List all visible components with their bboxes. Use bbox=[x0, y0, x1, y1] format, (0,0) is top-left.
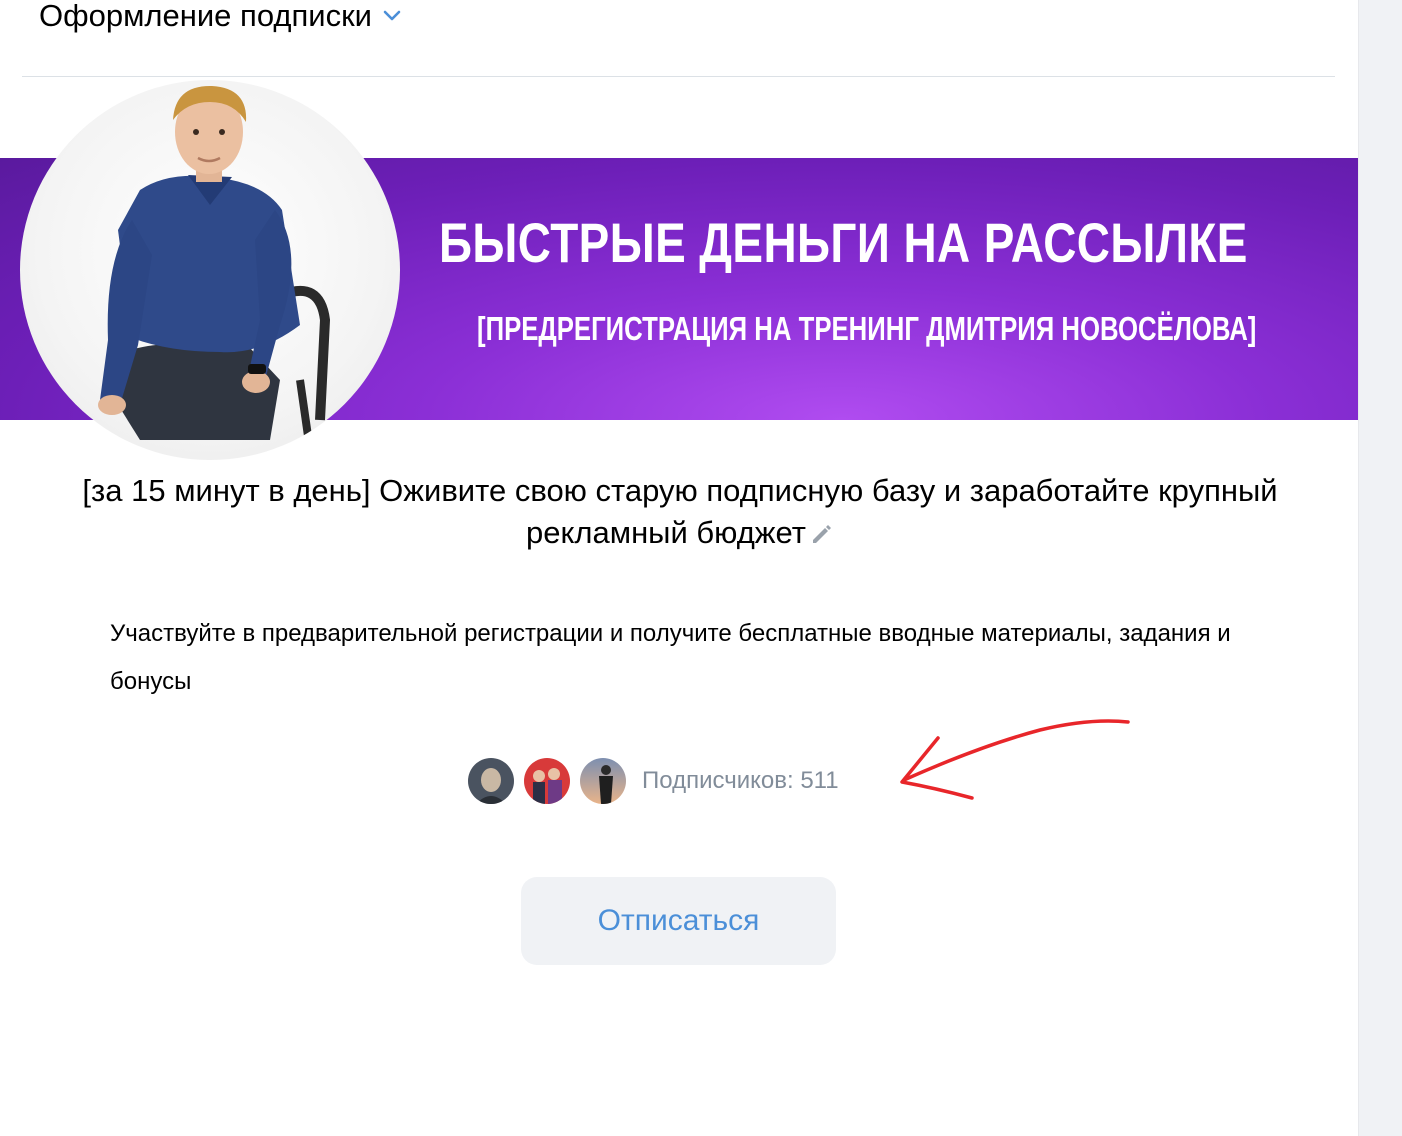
header-divider bbox=[22, 76, 1335, 77]
banner-title: БЫСТРЫЕ ДЕНЬГИ НА РАССЫЛКЕ bbox=[439, 211, 1248, 274]
subscriber-avatar bbox=[468, 758, 514, 804]
subscriber-avatar bbox=[580, 758, 626, 804]
pencil-icon[interactable] bbox=[808, 521, 834, 547]
chevron-down-icon bbox=[383, 10, 401, 21]
author-photo-illustration bbox=[98, 85, 331, 451]
right-scroll-gutter bbox=[1358, 0, 1402, 1136]
annotation-arrow bbox=[900, 719, 1130, 800]
banner-subtitle: [ПРЕДРЕГИСТРАЦИЯ НА ТРЕНИНГ ДМИТРИЯ НОВО… bbox=[477, 310, 1257, 347]
subscription-page: Оформление подписки БЫСТРЫЕ ДЕНЬГИ НА РА… bbox=[0, 0, 1402, 1136]
page-title: Оформление подписки bbox=[39, 0, 372, 33]
headline-text: [за 15 минут в день] Оживите свою старую… bbox=[82, 473, 1278, 550]
author-photo bbox=[20, 80, 400, 460]
subscription-description: Участвуйте в предварительной регистрации… bbox=[110, 620, 1231, 695]
page-title-dropdown[interactable]: Оформление подписки bbox=[39, 0, 402, 34]
subscribers-block[interactable]: Подписчиков: 511 bbox=[468, 757, 839, 805]
subscription-headline: [за 15 минут в день] Оживите свою старую… bbox=[40, 470, 1320, 554]
subscriber-avatar bbox=[524, 758, 570, 804]
subscribers-count[interactable]: Подписчиков: 511 bbox=[642, 767, 839, 795]
unsubscribe-button[interactable]: Отписаться bbox=[521, 877, 836, 965]
